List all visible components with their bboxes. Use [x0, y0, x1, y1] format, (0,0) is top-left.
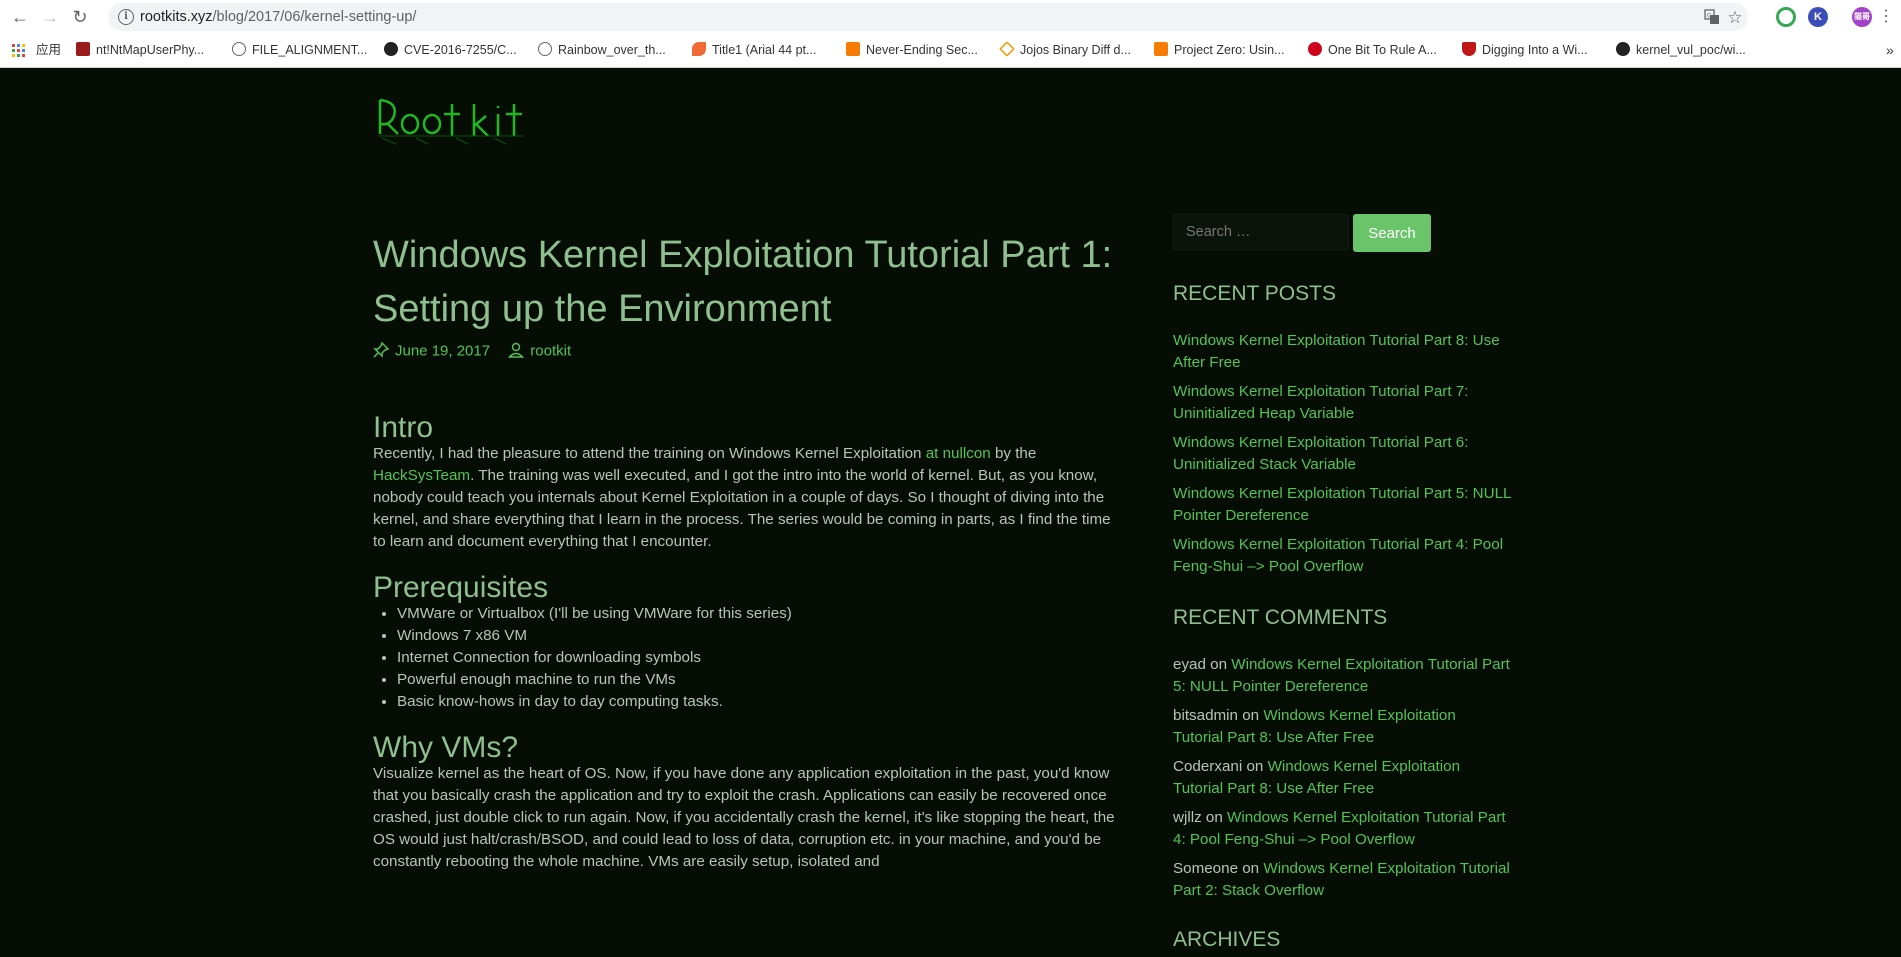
section-heading-intro: Intro: [373, 411, 434, 444]
forward-arrow-icon[interactable]: →: [38, 5, 62, 29]
profile-avatar[interactable]: 猫哥: [1852, 7, 1872, 27]
bookmark-item[interactable]: Title1 (Arial 44 pt...: [692, 40, 816, 60]
nullcon-link[interactable]: at nullcon: [926, 445, 991, 462]
list-item: Basic know-hows in day to day computing …: [397, 691, 792, 713]
bookmark-item[interactable]: Project Zero: Usin...: [1154, 40, 1284, 60]
site-logo[interactable]: [376, 90, 526, 146]
translate-icon[interactable]: G: [1703, 9, 1721, 27]
recent-posts-heading: RECENT POSTS: [1173, 282, 1336, 305]
apps-grid-icon[interactable]: [12, 44, 26, 58]
bookmark-item[interactable]: kernel_vul_poc/wi...: [1616, 40, 1746, 60]
user-icon: [508, 343, 525, 359]
bookmark-favicon-icon: [76, 42, 90, 56]
site-info-icon[interactable]: i: [118, 9, 134, 25]
bookmark-item[interactable]: nt!NtMapUserPhy...: [76, 40, 204, 60]
svg-text:G: G: [1707, 13, 1712, 20]
search-input[interactable]: [1173, 214, 1349, 250]
bookmark-item[interactable]: FILE_ALIGNMENT...: [232, 40, 367, 60]
github-icon: [384, 42, 398, 56]
comment-author: bitsadmin: [1173, 707, 1238, 724]
bookmarks-bar: 应用 nt!NtMapUserPhy... FILE_ALIGNMENT... …: [0, 36, 1901, 64]
comment-author: eyad: [1173, 656, 1206, 673]
comment-author: wjllz: [1173, 809, 1202, 826]
bookmark-item[interactable]: Never-Ending Sec...: [846, 40, 978, 60]
bookmarks-overflow-icon[interactable]: »: [1886, 40, 1894, 60]
recent-comment: eyad on Windows Kernel Exploitation Tuto…: [1173, 656, 1510, 695]
recent-comment: Coderxani on Windows Kernel Exploitation…: [1173, 758, 1461, 797]
recent-comments-heading: RECENT COMMENTS: [1173, 606, 1388, 629]
blog-page: Windows Kernel Exploitation Tutorial Par…: [0, 68, 1901, 957]
back-arrow-icon[interactable]: ←: [8, 5, 32, 29]
list-item: Internet Connection for downloading symb…: [397, 647, 792, 669]
post-date[interactable]: June 19, 2017: [395, 343, 490, 360]
browser-chrome: ← → ↻ i rootkits.xyz/blog/2017/06/kernel…: [0, 0, 1901, 68]
search-button[interactable]: Search: [1353, 214, 1431, 252]
bookmark-favicon-icon: [1308, 42, 1322, 56]
bookmark-favicon-icon: [999, 41, 1015, 57]
recent-comment: wjllz on Windows Kernel Exploitation Tut…: [1173, 809, 1506, 848]
comment-author: Coderxani: [1173, 758, 1243, 775]
comment-author: Someone: [1173, 860, 1239, 877]
globe-icon: [232, 42, 246, 56]
menu-kebab-icon[interactable]: ⋮: [1874, 5, 1898, 29]
bookmark-item[interactable]: CVE-2016-7255/C...: [384, 40, 517, 60]
blogger-icon: [1154, 42, 1168, 56]
address-bar[interactable]: i rootkits.xyz/blog/2017/06/kernel-setti…: [108, 3, 1748, 31]
recent-post-link[interactable]: Windows Kernel Exploitation Tutorial Par…: [1173, 534, 1533, 578]
url-text[interactable]: rootkits.xyz/blog/2017/06/kernel-setting…: [140, 3, 416, 31]
post-title[interactable]: Windows Kernel Exploitation Tutorial Par…: [373, 228, 1113, 336]
recent-post-link[interactable]: Windows Kernel Exploitation Tutorial Par…: [1173, 381, 1533, 425]
recent-post-link[interactable]: Windows Kernel Exploitation Tutorial Par…: [1173, 432, 1533, 476]
recent-post-link[interactable]: Windows Kernel Exploitation Tutorial Par…: [1173, 483, 1533, 527]
list-item: Powerful enough machine to run the VMs: [397, 669, 792, 691]
extension-green-icon[interactable]: [1776, 7, 1796, 27]
section-heading-why-vms: Why VMs?: [373, 731, 519, 764]
bookmark-apps[interactable]: 应用: [36, 40, 61, 60]
bookmark-item[interactable]: Jojos Binary Diff d...: [999, 40, 1131, 60]
section-heading-prerequisites: Prerequisites: [373, 571, 549, 604]
post-author[interactable]: rootkit: [530, 343, 571, 360]
why-vms-paragraph: Visualize kernel as the heart of OS. Now…: [373, 765, 1115, 870]
bookmark-item[interactable]: Rainbow_over_th...: [538, 40, 666, 60]
browser-toolbar: ← → ↻ i rootkits.xyz/blog/2017/06/kernel…: [0, 0, 1901, 34]
globe-icon: [538, 42, 552, 56]
url-path: /blog/2017/06/kernel-setting-up/: [212, 9, 417, 25]
recent-post-link[interactable]: Windows Kernel Exploitation Tutorial Par…: [1173, 330, 1533, 374]
post-meta: June 19, 2017 rootkit: [373, 342, 571, 360]
recent-comment: Someone on Windows Kernel Exploitation T…: [1173, 860, 1510, 899]
hacksysteam-link[interactable]: HackSysTeam: [373, 467, 470, 484]
shield-icon: [1462, 42, 1476, 56]
reload-icon[interactable]: ↻: [68, 5, 92, 29]
extension-k-icon[interactable]: K: [1808, 7, 1828, 27]
bookmark-item[interactable]: One Bit To Rule A...: [1308, 40, 1437, 60]
intro-paragraph: Recently, I had the pleasure to attend t…: [373, 445, 1111, 550]
github-icon: [1616, 42, 1630, 56]
thumbtack-icon: [373, 342, 389, 358]
url-host: rootkits.xyz: [140, 9, 213, 25]
prerequisites-list: VMWare or Virtualbox (I'll be using VMWa…: [397, 603, 792, 713]
archives-heading: ARCHIVES: [1173, 928, 1281, 951]
bookmark-item[interactable]: Digging Into a Wi...: [1462, 40, 1588, 60]
blogger-icon: [846, 42, 860, 56]
bookmark-favicon-icon: [692, 42, 706, 56]
list-item: VMWare or Virtualbox (I'll be using VMWa…: [397, 603, 792, 625]
list-item: Windows 7 x86 VM: [397, 625, 792, 647]
recent-comment: bitsadmin on Windows Kernel Exploitation…: [1173, 707, 1456, 746]
bookmark-star-icon[interactable]: ☆: [1726, 9, 1744, 27]
